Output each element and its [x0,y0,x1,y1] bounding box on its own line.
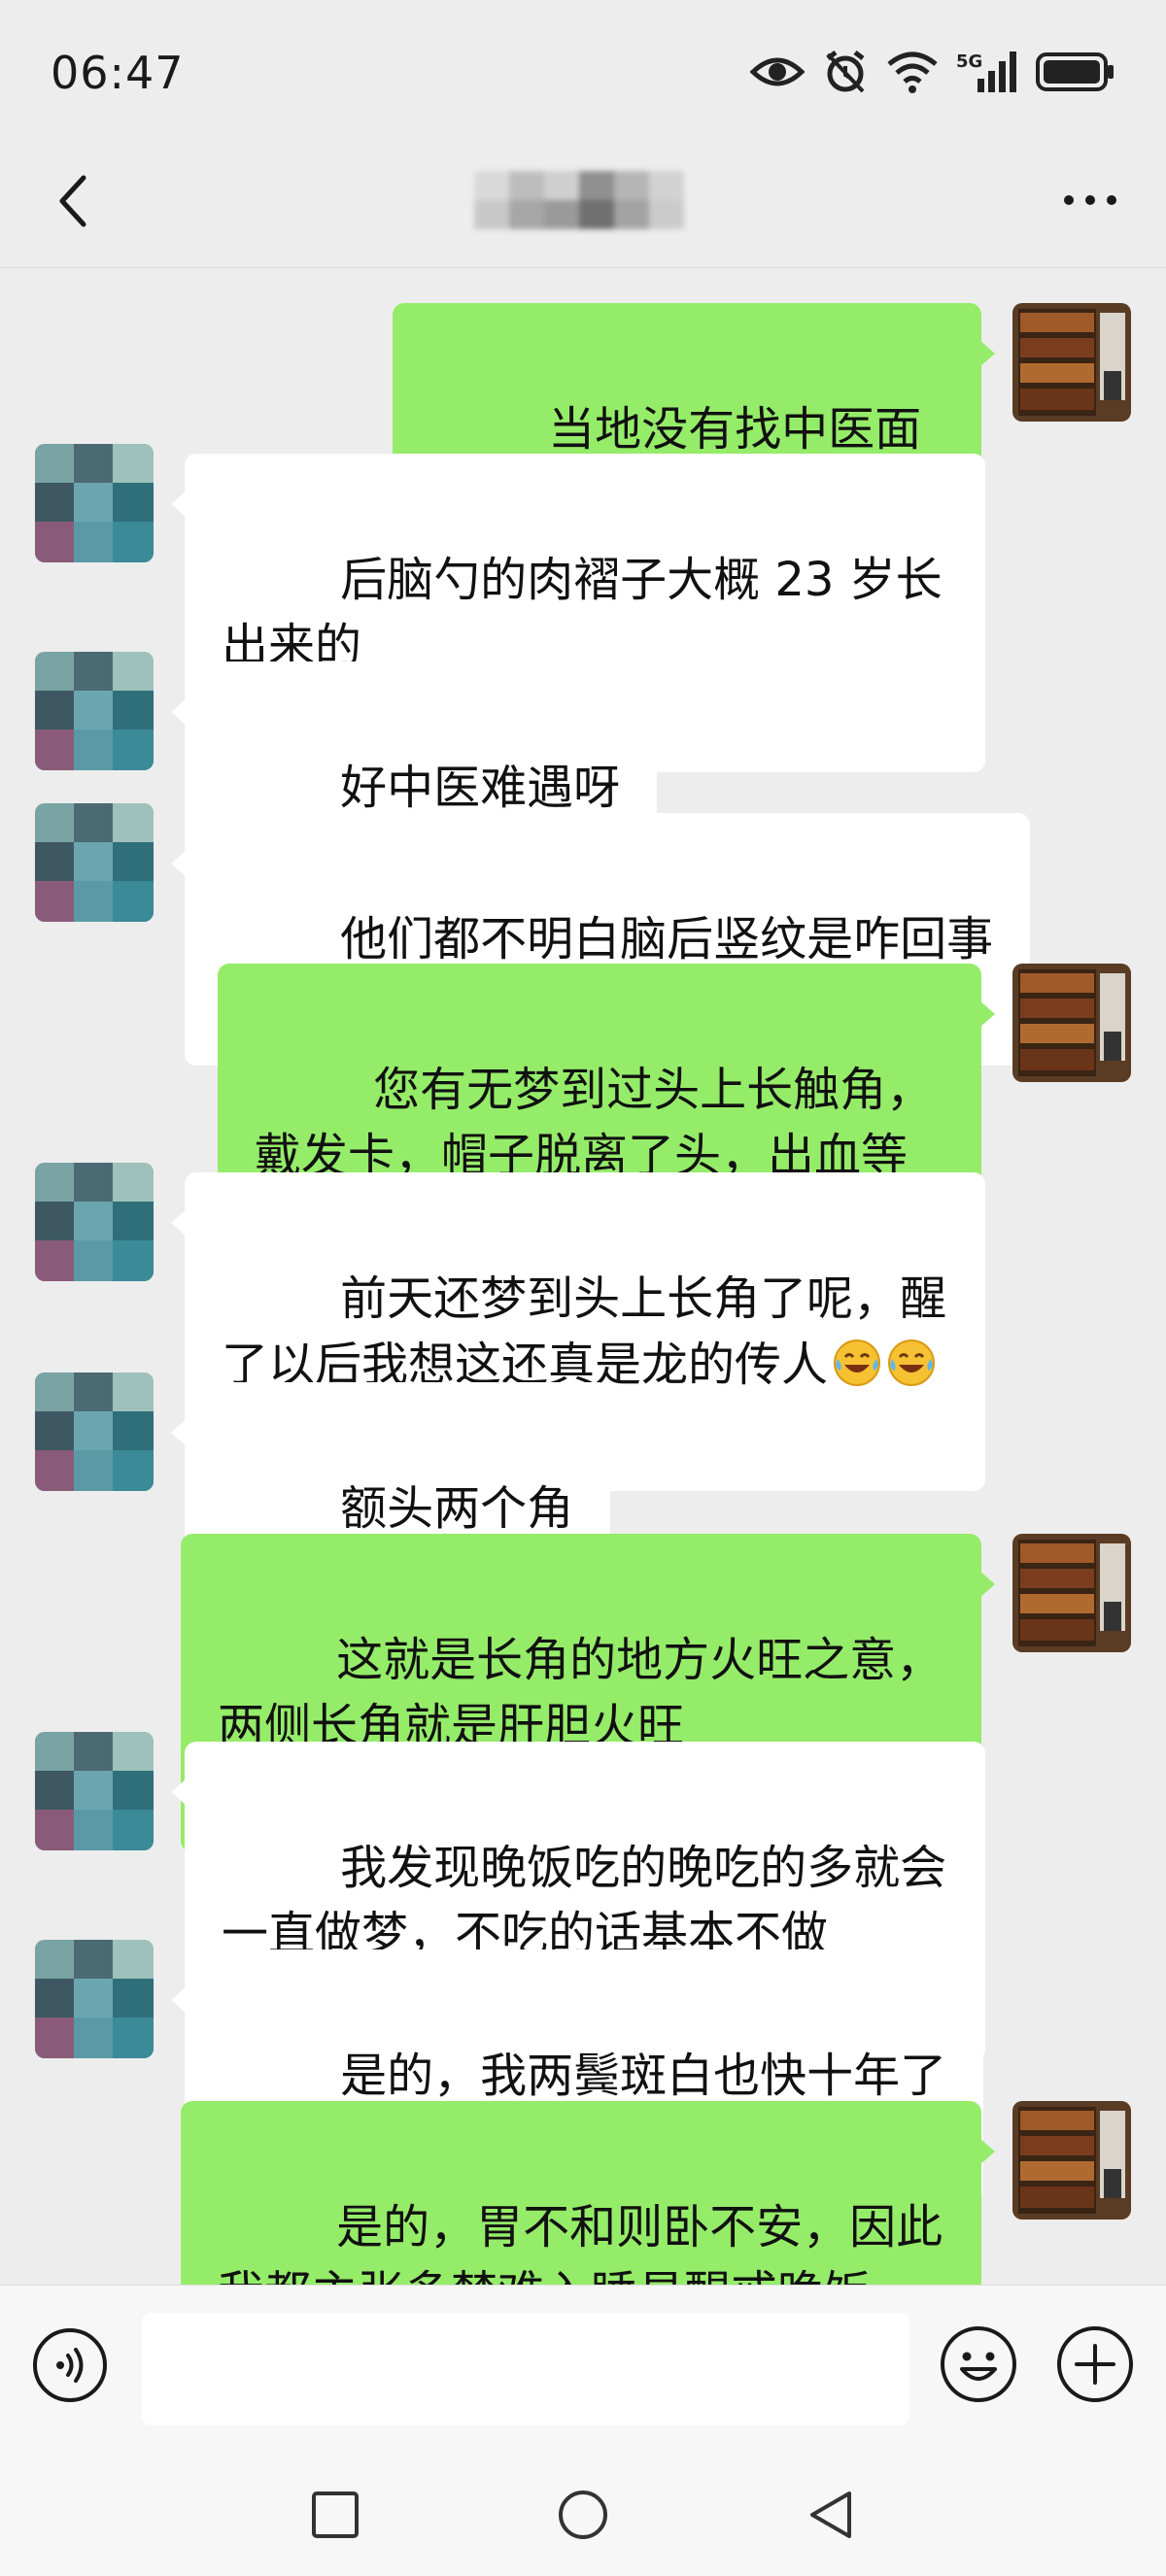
avatar-self[interactable] [1012,303,1131,422]
signal-5g-icon: 5G [956,51,1016,92]
more-dots-icon [1064,195,1116,205]
wifi-icon [887,51,938,93]
avatar-contact[interactable] [35,1373,154,1491]
landscape-avatar-image [35,1373,154,1491]
status-time: 06:47 [51,47,185,99]
avatar-contact[interactable] [35,444,154,562]
landscape-avatar-image [35,803,154,922]
avatar-contact[interactable] [35,1940,154,2058]
message-bubble-outgoing[interactable]: 是的，胃不和则卧不安，因此我都主张多梦难入睡易醒戒晚饭 [181,2101,995,2285]
more-button[interactable] [1051,171,1129,229]
more-functions-button[interactable] [1055,2324,1135,2404]
landscape-avatar-image [35,652,154,770]
emoji-icon [941,2326,1016,2402]
avatar-self[interactable] [1012,1534,1131,1652]
landscape-avatar-image [35,1163,154,1281]
message-text: 是的，我两鬓斑白也快十年了 [340,2049,947,2103]
chat-screen: 06:47 5G 当地没有找中医面 后脑勺的肉褶子大概 23 岁长出来的 好中医… [0,0,1166,2576]
message-text: 他们都不明白脑后竖纹是咋回事 [340,912,994,966]
bookshelf-avatar-image [1012,1534,1131,1652]
laugh-cry-emoji [834,1339,881,1386]
message-text: 好中医难遇呀 [340,761,621,815]
circle-icon [559,2491,607,2539]
avatar-contact[interactable] [35,1163,154,1281]
avatar-contact[interactable] [35,1732,154,1850]
message-text: 后脑勺的肉褶子大概 23 岁长出来的 [222,553,943,673]
recents-button[interactable] [309,2489,361,2541]
chat-header [0,146,1166,268]
alarm-icon [826,51,865,93]
avatar-contact[interactable] [35,652,154,770]
message-text: 是的，胃不和则卧不安，因此我都主张多梦难入睡易醒戒晚饭 [218,2200,943,2285]
laugh-cry-emoji [888,1339,936,1386]
message-text: 额头两个角 [340,1481,574,1536]
bookshelf-avatar-image [1012,303,1131,422]
status-icons: 5G [750,49,1115,95]
message-input[interactable] [142,2313,909,2425]
back-button[interactable] [39,167,107,235]
bookshelf-avatar-image [1012,2101,1131,2220]
voice-button[interactable] [31,2326,109,2404]
chat-title-text [474,171,684,229]
voice-icon [33,2328,107,2402]
avatar-self[interactable] [1012,2101,1131,2220]
message-list[interactable]: 当地没有找中医面诊过? [0,269,1166,2285]
input-bar [0,2285,1166,2450]
landscape-avatar-image [35,1940,154,2058]
landscape-avatar-image [35,444,154,562]
system-navigation-bar [0,2450,1166,2576]
message-text: 我发现晚饭吃的晚吃的多就会一直做梦，不吃的话基本不做 [222,1841,947,1961]
avatar-self[interactable] [1012,964,1131,1082]
svg-text:5G: 5G [956,51,982,72]
back-nav-button[interactable] [805,2489,857,2541]
home-button[interactable] [557,2489,609,2541]
battery-icon [1036,52,1114,91]
plus-icon [1057,2326,1133,2402]
landscape-avatar-image [35,1732,154,1850]
eye-icon [750,57,805,86]
square-icon [312,2491,359,2538]
chat-title-blurred [474,171,684,229]
status-bar: 06:47 5G [0,0,1166,146]
triangle-back-icon [810,2491,851,2538]
avatar-contact[interactable] [35,803,154,922]
chevron-left-icon [59,175,86,227]
message-text: 这就是长角的地方火旺之意，两侧长角就是肝胆火旺 [218,1633,943,1753]
emoji-button[interactable] [939,2324,1018,2404]
bookshelf-avatar-image [1012,964,1131,1082]
